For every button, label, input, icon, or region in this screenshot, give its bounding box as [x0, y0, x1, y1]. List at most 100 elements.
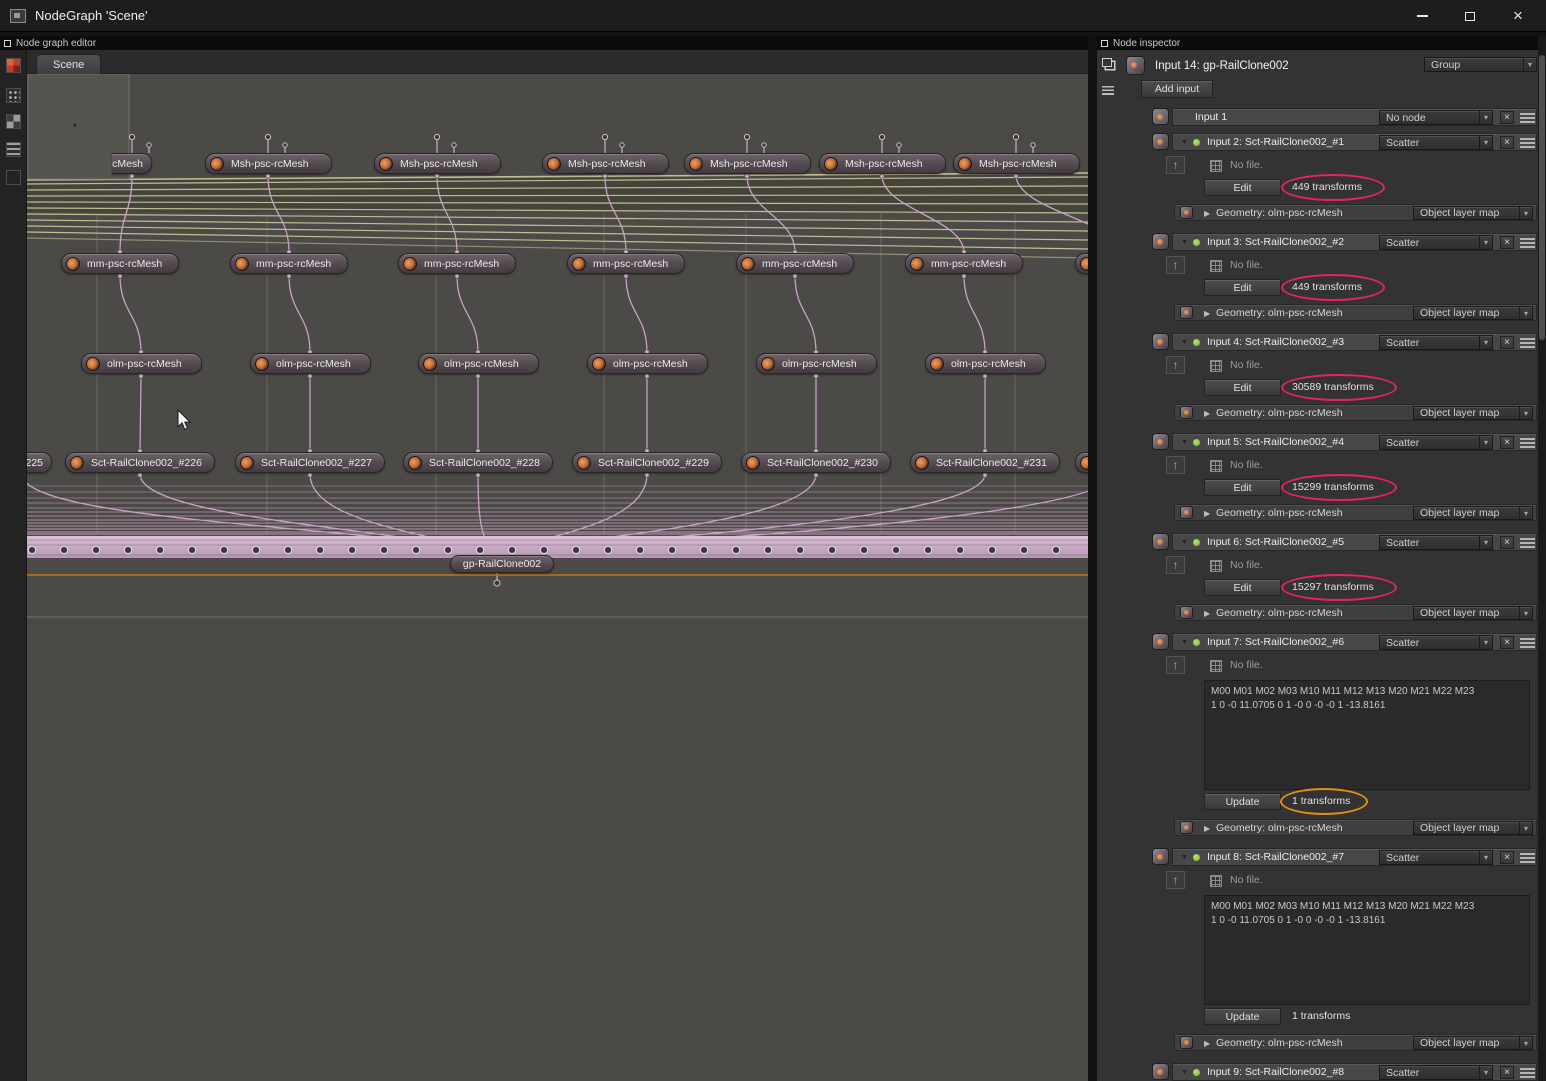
panel-divider[interactable] — [1088, 36, 1097, 1081]
graph-node-olm[interactable]: olm-psc-rcMesh — [587, 353, 708, 374]
toolbar-list-icon[interactable] — [6, 142, 21, 157]
graph-node-msh-partial[interactable]: Msh-psc-rcMesh — [112, 153, 152, 174]
remove-input-button[interactable]: × — [1500, 236, 1514, 249]
inspector-scrollbar[interactable] — [1538, 36, 1546, 1081]
enabled-dot-icon[interactable] — [1192, 1068, 1200, 1076]
collapse-triangle-icon[interactable]: ▼ — [1181, 854, 1188, 861]
menu-icon[interactable] — [1520, 1068, 1535, 1078]
graph-node-group[interactable]: gp-RailClone002 — [450, 555, 554, 573]
import-icon[interactable]: ↑ — [1166, 556, 1185, 574]
input-header[interactable]: ▼ Input 3: Sct-RailClone002_#2 Scatter ▾ … — [1172, 233, 1537, 251]
input-header[interactable]: ▼ Input 2: Sct-RailClone002_#1 Scatter ▾ … — [1172, 133, 1537, 151]
graph-node-sct-partial[interactable] — [1075, 452, 1088, 473]
toolbar-dots-icon[interactable] — [6, 88, 21, 103]
input-node-dropdown[interactable]: Scatter ▾ — [1379, 535, 1493, 550]
menu-icon[interactable] — [1520, 538, 1535, 548]
input-header[interactable]: ▼ Input 9: Sct-RailClone002_#8 Scatter ▾ … — [1172, 1063, 1537, 1081]
input-header[interactable]: Input 1 No node ▾ × — [1172, 108, 1537, 126]
input-node-dropdown[interactable]: No node ▾ — [1379, 110, 1493, 125]
graph-node-mm[interactable]: mm-psc-rcMesh — [61, 253, 179, 274]
enabled-dot-icon[interactable] — [1192, 638, 1200, 646]
graph-node-sct[interactable]: Sct-RailClone002_#229 — [572, 452, 722, 473]
geometry-row[interactable]: ▶ Geometry: olm-psc-rcMesh Object layer … — [1174, 404, 1537, 421]
add-input-button[interactable]: Add input — [1141, 80, 1213, 98]
collapse-triangle-icon[interactable]: ▼ — [1181, 539, 1188, 546]
input-node-dropdown[interactable]: Scatter ▾ — [1379, 635, 1493, 650]
menu-icon[interactable] — [1520, 638, 1535, 648]
layer-map-dropdown[interactable]: Object layer map ▾ — [1413, 406, 1533, 420]
minimize-button[interactable] — [1398, 0, 1446, 32]
update-button[interactable]: Update — [1204, 793, 1281, 810]
remove-input-button[interactable]: × — [1500, 536, 1514, 549]
remove-input-button[interactable]: × — [1500, 136, 1514, 149]
graph-node-msh[interactable]: Msh-psc-rcMesh — [819, 153, 946, 174]
input-header[interactable]: ▼ Input 6: Sct-RailClone002_#5 Scatter ▾ … — [1172, 533, 1537, 551]
update-button[interactable]: Update — [1204, 1008, 1281, 1025]
menu-icon[interactable] — [1520, 238, 1535, 248]
input-node-dropdown[interactable]: Scatter ▾ — [1379, 1065, 1493, 1080]
graph-node-mm[interactable]: mm-psc-rcMesh — [398, 253, 516, 274]
matrix-textarea[interactable]: M00 M01 M02 M03 M10 M11 M12 M13 M20 M21 … — [1204, 895, 1530, 1005]
edit-button[interactable]: Edit — [1204, 279, 1281, 296]
import-icon[interactable]: ↑ — [1166, 256, 1185, 274]
geometry-row[interactable]: ▶ Geometry: olm-psc-rcMesh Object layer … — [1174, 604, 1537, 621]
edit-button[interactable]: Edit — [1204, 179, 1281, 196]
collapse-triangle-icon[interactable]: ▼ — [1181, 1069, 1188, 1076]
expand-triangle-icon[interactable]: ▶ — [1204, 409, 1210, 418]
graph-node-sct[interactable]: Sct-RailClone002_#231 — [910, 452, 1060, 473]
graph-node-sct[interactable]: Sct-RailClone002_#228 — [403, 452, 553, 473]
remove-input-button[interactable]: × — [1500, 1066, 1514, 1079]
remove-input-button[interactable]: × — [1500, 851, 1514, 864]
maximize-button[interactable] — [1446, 0, 1494, 32]
collapse-triangle-icon[interactable]: ▼ — [1181, 339, 1188, 346]
geometry-row[interactable]: ▶ Geometry: olm-psc-rcMesh Object layer … — [1174, 304, 1537, 321]
input-node-dropdown[interactable]: Scatter ▾ — [1379, 235, 1493, 250]
collapse-triangle-icon[interactable]: ▼ — [1181, 639, 1188, 646]
graph-node-msh[interactable]: Msh-psc-rcMesh — [953, 153, 1080, 174]
graph-node-mm[interactable]: mm-psc-rcMesh — [230, 253, 348, 274]
tab-scene[interactable]: Scene — [36, 54, 102, 74]
graph-node-sct[interactable]: Sct-RailClone002_#227 — [235, 452, 385, 473]
import-icon[interactable]: ↑ — [1166, 156, 1185, 174]
graph-node-mm[interactable]: mm-psc-rcMesh — [905, 253, 1023, 274]
input-node-dropdown[interactable]: Scatter ▾ — [1379, 435, 1493, 450]
node-type-dropdown[interactable]: Group ▾ — [1424, 57, 1537, 72]
layer-map-dropdown[interactable]: Object layer map ▾ — [1413, 306, 1533, 320]
input-header[interactable]: ▼ Input 8: Sct-RailClone002_#7 Scatter ▾ … — [1172, 848, 1537, 866]
menu-icon[interactable] — [1520, 338, 1535, 348]
collapse-triangle-icon[interactable]: ▼ — [1181, 139, 1188, 146]
graph-node-olm[interactable]: olm-psc-rcMesh — [925, 353, 1046, 374]
collapse-triangle-icon[interactable]: ▼ — [1181, 439, 1188, 446]
edit-button[interactable]: Edit — [1204, 479, 1281, 496]
close-button[interactable]: × — [1494, 0, 1542, 32]
expand-triangle-icon[interactable]: ▶ — [1204, 509, 1210, 518]
remove-input-button[interactable]: × — [1500, 636, 1514, 649]
list-icon[interactable] — [1102, 86, 1114, 95]
import-icon[interactable]: ↑ — [1166, 456, 1185, 474]
remove-input-button[interactable]: × — [1500, 336, 1514, 349]
graph-node-olm[interactable]: olm-psc-rcMesh — [756, 353, 877, 374]
geometry-row[interactable]: ▶ Geometry: olm-psc-rcMesh Object layer … — [1174, 819, 1537, 836]
graph-node-msh[interactable]: Msh-psc-rcMesh — [374, 153, 501, 174]
layer-map-dropdown[interactable]: Object layer map ▾ — [1413, 1036, 1533, 1050]
import-icon[interactable]: ↑ — [1166, 356, 1185, 374]
edit-button[interactable]: Edit — [1204, 379, 1281, 396]
edit-button[interactable]: Edit — [1204, 579, 1281, 596]
enabled-dot-icon[interactable] — [1192, 338, 1200, 346]
layer-map-dropdown[interactable]: Object layer map ▾ — [1413, 506, 1533, 520]
layer-map-dropdown[interactable]: Object layer map ▾ — [1413, 206, 1533, 220]
toolbar-grid-icon[interactable] — [6, 170, 21, 185]
expand-triangle-icon[interactable]: ▶ — [1204, 824, 1210, 833]
input-node-dropdown[interactable]: Scatter ▾ — [1379, 850, 1493, 865]
expand-triangle-icon[interactable]: ▶ — [1204, 209, 1210, 218]
enabled-dot-icon[interactable] — [1192, 138, 1200, 146]
scrollbar-thumb[interactable] — [1539, 55, 1545, 340]
menu-icon[interactable] — [1520, 438, 1535, 448]
input-node-dropdown[interactable]: Scatter ▾ — [1379, 335, 1493, 350]
menu-icon[interactable] — [1520, 138, 1535, 148]
toolbar-nodes-icon[interactable] — [6, 58, 21, 73]
input-header[interactable]: ▼ Input 7: Sct-RailClone002_#6 Scatter ▾ … — [1172, 633, 1537, 651]
layer-map-dropdown[interactable]: Object layer map ▾ — [1413, 821, 1533, 835]
graph-node-mm-partial[interactable]: mm-psc-rcMesh — [1075, 253, 1088, 274]
expand-triangle-icon[interactable]: ▶ — [1204, 1039, 1210, 1048]
